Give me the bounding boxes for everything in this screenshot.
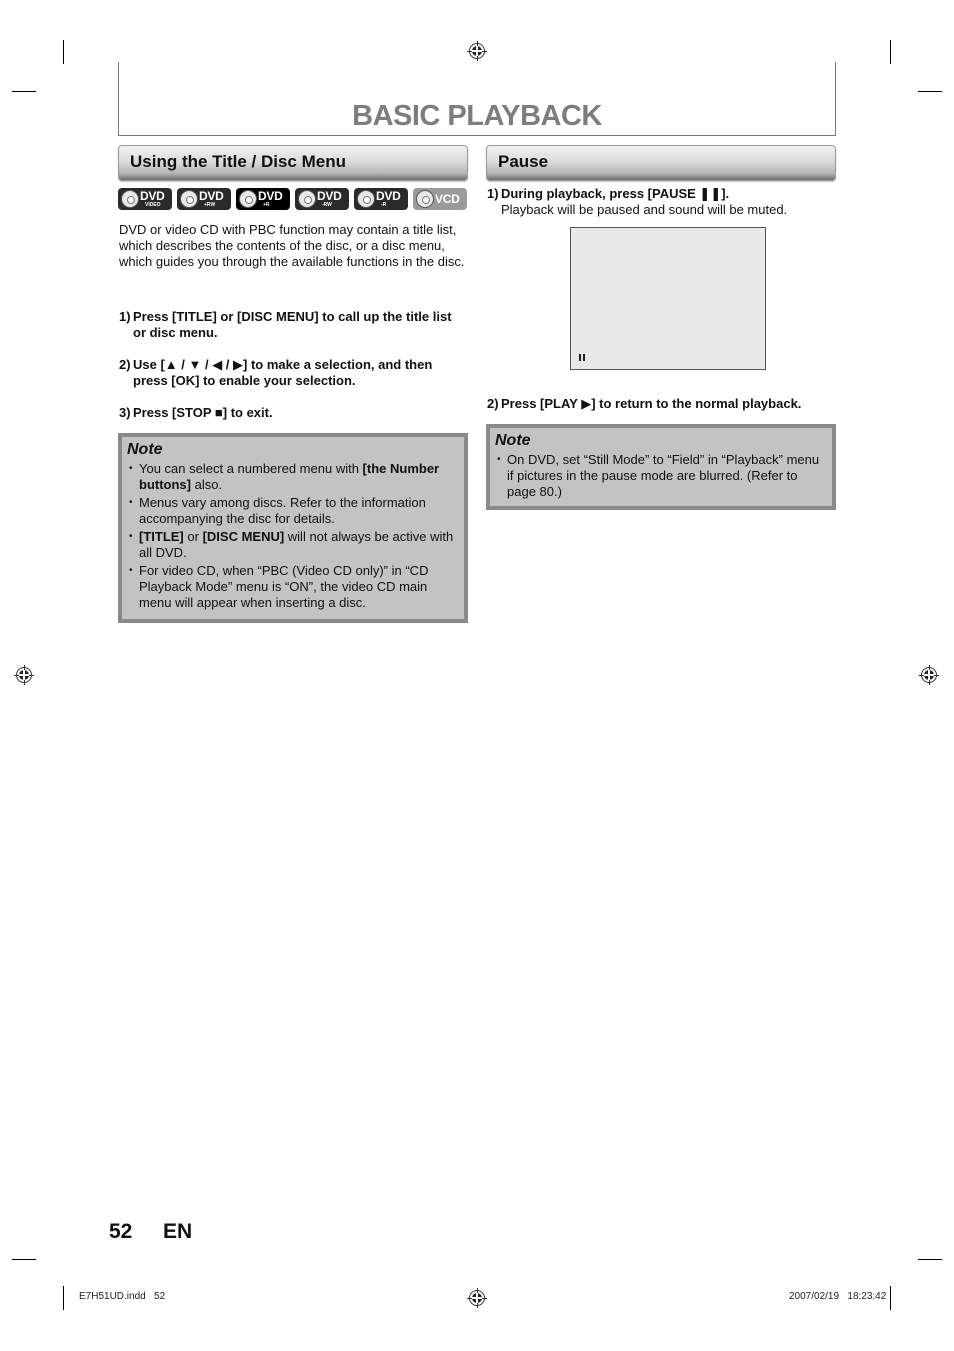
note-item: Menus vary among discs. Refer to the inf…	[127, 495, 458, 527]
registration-mark-icon	[467, 1288, 487, 1308]
page-header: BASIC PLAYBACK	[118, 62, 836, 136]
crop-mark	[918, 91, 942, 92]
crop-mark	[63, 1286, 64, 1310]
page-language: EN	[163, 1220, 193, 1243]
crop-mark	[890, 1286, 891, 1310]
note-title: Note	[495, 432, 531, 449]
registration-mark-icon	[919, 665, 939, 685]
dvd-plus-rw-icon: DVD +RW	[177, 188, 231, 210]
note-box: Note You can select a numbered menu with…	[118, 433, 468, 623]
crop-mark	[63, 40, 64, 64]
pause-step-2: 2) Press [PLAY ▶] to return to the norma…	[487, 396, 802, 411]
page-number: 52	[109, 1220, 133, 1243]
note-title: Note	[127, 441, 163, 458]
intro-paragraph: DVD or video CD with PBC function may co…	[119, 222, 465, 269]
dvd-plus-r-icon: DVD +R	[236, 188, 290, 210]
note-item: For video CD, when “PBC (Video CD only)”…	[127, 563, 458, 611]
page-title: BASIC PLAYBACK	[352, 100, 602, 132]
registration-mark-icon	[14, 665, 34, 685]
section-heading-title-disc-menu: Using the Title / Disc Menu	[118, 145, 468, 181]
crop-mark	[12, 91, 36, 92]
file-slug: E7H51UD.indd 52	[79, 1291, 166, 1302]
section-heading-text: Using the Title / Disc Menu	[130, 152, 346, 171]
note-item: You can select a numbered menu with [the…	[127, 461, 458, 493]
dvd-minus-r-icon: DVD -R	[354, 188, 408, 210]
print-timestamp: 2007/02/19 18:23:42	[789, 1291, 887, 1302]
section-heading-pause: Pause	[486, 145, 836, 181]
step-3: 3) Press [STOP ■] to exit.	[119, 405, 273, 420]
crop-mark	[12, 1259, 36, 1260]
crop-mark	[918, 1259, 942, 1260]
note-box: Note On DVD, set “Still Mode” to “Field”…	[486, 424, 836, 510]
tv-screen-illustration	[570, 227, 766, 370]
note-item: [TITLE] or [DISC MENU] will not always b…	[127, 529, 458, 561]
pause-step-1: 1) During playback, press [PAUSE ❚❚]. Pl…	[487, 186, 788, 217]
dvd-video-icon: DVD VIDEO	[118, 188, 172, 210]
step-1: 1) Press [TITLE] or [DISC MENU] to call …	[119, 309, 452, 340]
pause-icon	[579, 354, 586, 361]
crop-mark	[890, 40, 891, 64]
step-2: 2) Use [▲ / ▼ / ◀ / ▶] to make a selecti…	[119, 357, 433, 388]
registration-mark-icon	[467, 41, 487, 61]
note-item: On DVD, set “Still Mode” to “Field” in “…	[495, 452, 826, 500]
dvd-minus-rw-icon: DVD -RW	[295, 188, 349, 210]
section-heading-text: Pause	[498, 152, 549, 171]
vcd-icon: VCD	[413, 188, 467, 210]
disc-compatibility-icons: DVD VIDEO DVD +RW DVD +R DVD -RW DVD -R VCD	[118, 188, 467, 210]
